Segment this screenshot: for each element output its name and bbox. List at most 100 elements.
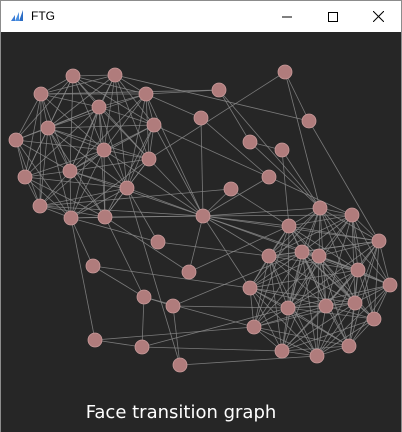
graph-node[interactable] — [301, 113, 317, 129]
graph-node[interactable] — [136, 289, 152, 305]
graph-node[interactable] — [366, 311, 382, 327]
graph-node[interactable] — [195, 208, 211, 224]
graph-edge — [141, 307, 289, 348]
graph-node[interactable] — [261, 248, 277, 264]
graph-caption: Face transition graph — [85, 402, 277, 423]
graph-node[interactable] — [65, 68, 81, 84]
graph-edge — [202, 207, 321, 217]
graph-node[interactable] — [242, 134, 258, 150]
graph-edge — [172, 305, 181, 366]
graph-node[interactable] — [96, 142, 112, 158]
graph-node[interactable] — [107, 67, 123, 83]
graph-node[interactable] — [150, 234, 166, 250]
graph-edge — [202, 176, 270, 217]
graph-node[interactable] — [294, 244, 310, 260]
graph-edge — [172, 305, 289, 309]
minimize-icon — [282, 16, 292, 17]
graph-edge — [141, 296, 145, 348]
app-window: FTG Face transition graph — [0, 0, 402, 432]
graph-node[interactable] — [242, 280, 258, 296]
graph-edge — [157, 241, 270, 257]
graph-edge — [200, 117, 270, 178]
graph-node[interactable] — [281, 218, 297, 234]
graph-node[interactable] — [32, 198, 48, 214]
graph-node[interactable] — [138, 86, 154, 102]
graph-node[interactable] — [119, 180, 135, 196]
graph-edge — [284, 71, 310, 122]
graph-node[interactable] — [344, 207, 360, 223]
graph-edge — [179, 355, 318, 366]
graph-node[interactable] — [341, 338, 357, 354]
graph-node[interactable] — [87, 332, 103, 348]
graph-edge — [143, 296, 255, 328]
graph-edge — [70, 158, 150, 219]
graph-node[interactable] — [141, 151, 157, 167]
graph-node[interactable] — [134, 339, 150, 355]
graph-edge — [281, 149, 290, 227]
graph-edge — [47, 74, 116, 129]
graph-node[interactable] — [246, 319, 262, 335]
graph-edge — [268, 176, 353, 216]
graph-edge — [141, 346, 283, 352]
graph-node[interactable] — [165, 298, 181, 314]
graph-node[interactable] — [62, 163, 78, 179]
graph-edge — [202, 215, 251, 289]
graph-node[interactable] — [309, 348, 325, 364]
graph-node[interactable] — [318, 298, 334, 314]
graph-node[interactable] — [33, 86, 49, 102]
maximize-icon — [328, 11, 338, 22]
graph-edge — [126, 187, 181, 366]
graph-node[interactable] — [312, 200, 328, 216]
graph-node[interactable] — [85, 258, 101, 274]
graph-node[interactable] — [274, 142, 290, 158]
graph-node[interactable] — [311, 248, 327, 264]
graph-edge — [153, 124, 270, 178]
graph-node[interactable] — [274, 343, 290, 359]
graph-node[interactable] — [172, 357, 188, 373]
graph-node[interactable] — [91, 99, 107, 115]
graph-edge — [70, 217, 159, 243]
graph-edge — [47, 127, 128, 189]
graph-node[interactable] — [211, 82, 227, 98]
graph-edge — [281, 149, 321, 209]
graph-edge — [145, 93, 202, 119]
graph-edge — [39, 93, 42, 207]
window-title: FTG — [31, 9, 55, 23]
graph-node[interactable] — [223, 181, 239, 197]
close-icon — [372, 11, 384, 22]
graph-edge — [24, 176, 72, 219]
graph-node[interactable] — [382, 277, 398, 293]
graph-edge — [15, 93, 42, 141]
graph-node[interactable] — [146, 117, 162, 133]
graph-node[interactable] — [8, 132, 24, 148]
graph-edge — [202, 214, 353, 217]
graph-node[interactable] — [280, 300, 296, 316]
graph-canvas[interactable]: Face transition graph — [1, 32, 401, 432]
graph-edge — [92, 265, 251, 289]
close-button[interactable] — [355, 1, 401, 32]
graph-node[interactable] — [97, 209, 113, 225]
graph-edge — [153, 124, 204, 217]
graph-node[interactable] — [40, 120, 56, 136]
graph-edge — [70, 217, 96, 341]
graph-node[interactable] — [261, 169, 277, 185]
app-icon — [10, 9, 24, 23]
graph-node[interactable] — [181, 264, 197, 280]
title-bar[interactable]: FTG — [1, 1, 401, 32]
graph-node[interactable] — [347, 295, 363, 311]
graph-edge — [148, 158, 204, 217]
graph-edge — [200, 117, 204, 217]
face-transition-graph — [8, 64, 398, 373]
graph-edge — [70, 217, 94, 267]
graph-node[interactable] — [350, 262, 366, 278]
graph-edge — [188, 215, 204, 273]
graph-edge — [69, 75, 74, 172]
graph-node[interactable] — [63, 210, 79, 226]
graph-node[interactable] — [193, 110, 209, 126]
minimize-button[interactable] — [264, 1, 310, 32]
graph-node[interactable] — [277, 64, 293, 80]
graph-edge — [103, 93, 147, 151]
graph-node[interactable] — [17, 169, 33, 185]
graph-node[interactable] — [371, 233, 387, 249]
maximize-button[interactable] — [310, 1, 356, 32]
